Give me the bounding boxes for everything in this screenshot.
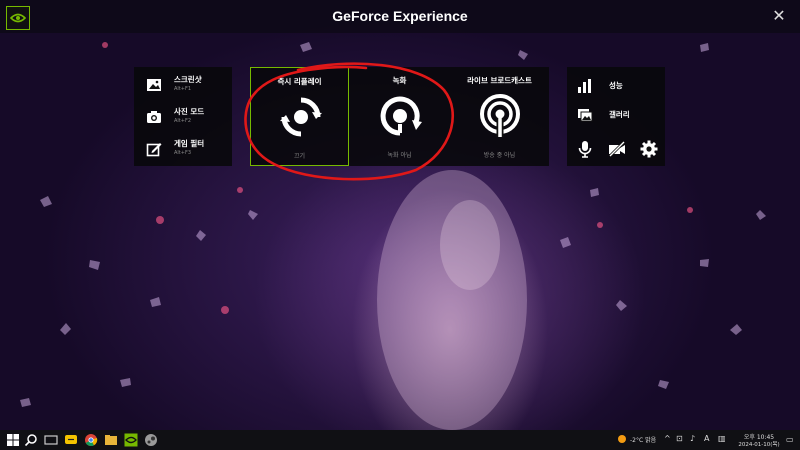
game-filter-shortcut: Alt+F3 [174,150,192,156]
filter-edit-icon [146,143,162,157]
instant-replay-icon [280,97,322,137]
capture-panel: 스크린샷 Alt+F1 사진 모드 Alt+F2 게임 필터 Alt+F3 [134,67,232,166]
camera-icon [147,111,161,123]
keyboard-icon[interactable]: ▥ [718,434,726,444]
weather-icon[interactable] [616,433,628,445]
screenshot-button[interactable]: 스크린샷 Alt+F1 [142,74,230,96]
gallery-button[interactable]: 갤러리 [577,105,663,127]
settings-gear-icon[interactable] [640,140,658,158]
photo-mode-button[interactable]: 사진 모드 Alt+F2 [142,106,230,128]
title-bar: GeForce Experience ✕ [0,0,800,33]
camera-off-icon[interactable] [608,140,626,158]
performance-button[interactable]: 성능 [577,76,663,98]
task-view-icon[interactable] [44,433,58,447]
record-icon [380,96,422,136]
screenshot-shortcut: Alt+F1 [174,86,192,92]
performance-label: 성능 [609,81,623,90]
close-icon[interactable]: ✕ [770,7,788,25]
notification-icon[interactable]: ▭ [786,435,796,445]
instant-replay-status: 끄기 [293,153,306,160]
broadcast-icon [480,94,520,137]
windows-start-icon[interactable] [6,433,20,447]
weather-temperature[interactable]: -2°C 맑음 [630,435,656,444]
share-panel: 즉시 리플레이 끄기 녹화 녹화 아님 라이브 브로드캐스트 방송 중 아님 [250,67,549,166]
instant-replay-button[interactable]: 즉시 리플레이 끄기 [250,67,349,166]
chrome-icon[interactable] [84,433,98,447]
network-icon[interactable]: ⊡ [676,434,683,444]
broadcast-title: 라이브 브로드캐스트 [467,76,532,85]
performance-icon [578,79,591,93]
chat-icon[interactable] [64,433,78,447]
gallery-icon [578,109,593,122]
nvidia-icon[interactable] [124,433,138,447]
file-explorer-icon[interactable] [104,433,118,447]
photo-mode-shortcut: Alt+F2 [174,118,192,124]
broadcast-button[interactable]: 라이브 브로드캐스트 방송 중 아님 [450,67,549,166]
volume-icon[interactable]: ♪ [690,434,695,444]
screenshot-label: 스크린샷 [174,75,202,84]
input-language-icon[interactable]: A [704,434,709,444]
broadcast-status: 방송 중 아님 [483,152,516,159]
record-status: 녹화 아님 [387,152,412,159]
instant-replay-title: 즉시 리플레이 [277,77,322,86]
tools-panel: 성능 갤러리 [567,67,665,166]
tray-overflow-icon[interactable]: ^ [664,434,671,444]
game-filter-button[interactable]: 게임 필터 Alt+F3 [142,138,230,160]
image-icon [147,79,161,91]
app-title: GeForce Experience [332,8,468,24]
record-title: 녹화 [392,76,407,85]
photo-mode-label: 사진 모드 [174,107,205,116]
microphone-icon[interactable] [576,140,594,158]
record-button[interactable]: 녹화 녹화 아님 [350,67,449,166]
gallery-label: 갤러리 [609,110,630,119]
steam-icon[interactable] [144,433,158,447]
clock-date[interactable]: 2024-01-10(목) [736,440,782,448]
game-filter-label: 게임 필터 [174,139,205,148]
windows-taskbar: -2°C 맑음 ^ ⊡ ♪ A ▥ 오후 10:45 2024-01-10(목)… [0,430,800,450]
search-icon[interactable] [24,433,38,447]
